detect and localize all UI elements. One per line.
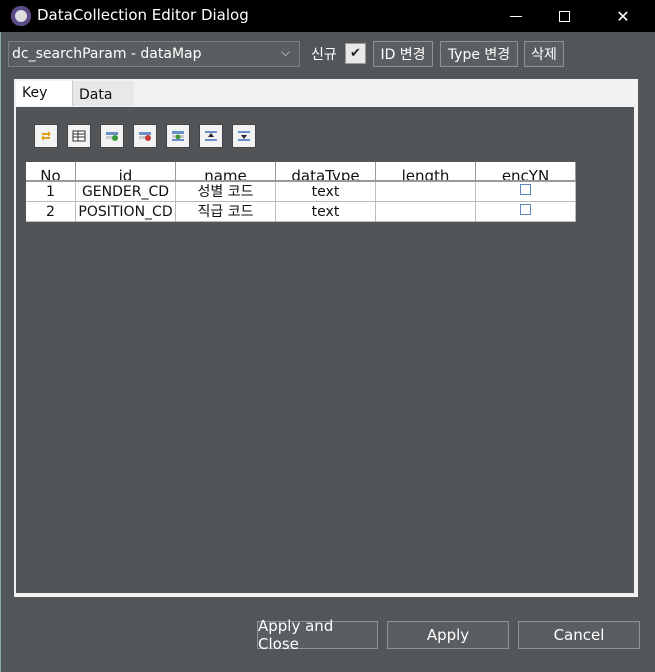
tab-key[interactable]: Key <box>16 81 72 106</box>
tab-data[interactable]: Data <box>72 81 134 106</box>
maximize-icon <box>558 10 570 22</box>
refresh-button[interactable] <box>34 124 58 148</box>
new-checkbox[interactable]: ✔ <box>345 43 366 64</box>
chevron-down-icon: ⌵ <box>281 45 291 59</box>
window-edge <box>0 32 1 672</box>
table-row[interactable]: 1 GENDER_CD 성별 코드 text <box>26 182 576 202</box>
datacollection-select-value: dc_searchParam - dataMap <box>12 46 202 62</box>
title-bar: DataCollection Editor Dialog ✕ <box>0 0 655 32</box>
encyn-checkbox[interactable] <box>520 183 531 195</box>
cell-name[interactable]: 성별 코드 <box>176 182 276 202</box>
cancel-button[interactable]: Cancel <box>518 621 640 649</box>
minimize-icon <box>510 15 522 17</box>
minimize-button[interactable] <box>493 0 539 32</box>
id-change-button[interactable]: ID 변경 <box>373 41 433 67</box>
tab-panel: Key Data No id name dataType length encY… <box>14 79 638 597</box>
refresh-icon <box>41 131 51 141</box>
apply-and-close-button[interactable]: Apply and Close <box>257 617 378 653</box>
cell-length[interactable] <box>376 202 476 222</box>
cell-encyn[interactable] <box>476 182 576 202</box>
key-table: No id name dataType length encYN 1 GENDE… <box>26 162 576 222</box>
cell-encyn[interactable] <box>476 202 576 222</box>
table-row[interactable]: 2 POSITION_CD 직급 코드 text <box>26 202 576 222</box>
column-header-datatype[interactable]: dataType <box>276 162 376 182</box>
new-label: 신규 <box>311 47 337 63</box>
window-title: DataCollection Editor Dialog <box>37 6 249 24</box>
cell-length[interactable] <box>376 182 476 202</box>
cell-name[interactable]: 직급 코드 <box>176 202 276 222</box>
delete-row-icon <box>139 132 151 141</box>
move-up-icon <box>205 131 217 141</box>
type-change-button[interactable]: Type 변경 <box>440 41 518 67</box>
column-header-encyn[interactable]: encYN <box>476 162 576 182</box>
column-header-no[interactable]: No <box>26 162 76 182</box>
key-tab-content: No id name dataType length encYN 1 GENDE… <box>16 107 634 593</box>
delete-button[interactable]: 삭제 <box>524 41 564 67</box>
table-header-row: No id name dataType length encYN <box>26 162 576 182</box>
view-table-button[interactable] <box>67 124 91 148</box>
cell-datatype[interactable]: text <box>276 202 376 222</box>
move-down-icon <box>238 131 250 141</box>
cell-no[interactable]: 1 <box>26 182 76 202</box>
move-up-button[interactable] <box>199 124 223 148</box>
insert-row-icon <box>172 131 184 141</box>
close-icon: ✕ <box>616 6 630 26</box>
view-table-icon <box>72 130 86 142</box>
column-header-id[interactable]: id <box>76 162 176 182</box>
cell-id[interactable]: POSITION_CD <box>76 202 176 222</box>
column-header-name[interactable]: name <box>176 162 276 182</box>
add-row-icon <box>106 132 118 141</box>
move-down-button[interactable] <box>232 124 256 148</box>
add-row-button[interactable] <box>100 124 124 148</box>
column-header-length[interactable]: length <box>376 162 476 182</box>
insert-row-button[interactable] <box>166 124 190 148</box>
app-icon <box>11 6 31 26</box>
cell-datatype[interactable]: text <box>276 182 376 202</box>
checkmark-icon: ✔ <box>350 46 361 61</box>
close-button[interactable]: ✕ <box>600 0 646 32</box>
cell-no[interactable]: 2 <box>26 202 76 222</box>
dialog-window: DataCollection Editor Dialog ✕ dc_search… <box>0 0 655 672</box>
delete-row-button[interactable] <box>133 124 157 148</box>
maximize-button[interactable] <box>541 0 587 32</box>
encyn-checkbox[interactable] <box>520 203 531 215</box>
datacollection-select[interactable]: dc_searchParam - dataMap ⌵ <box>8 41 300 67</box>
apply-button[interactable]: Apply <box>387 621 509 649</box>
cell-id[interactable]: GENDER_CD <box>76 182 176 202</box>
